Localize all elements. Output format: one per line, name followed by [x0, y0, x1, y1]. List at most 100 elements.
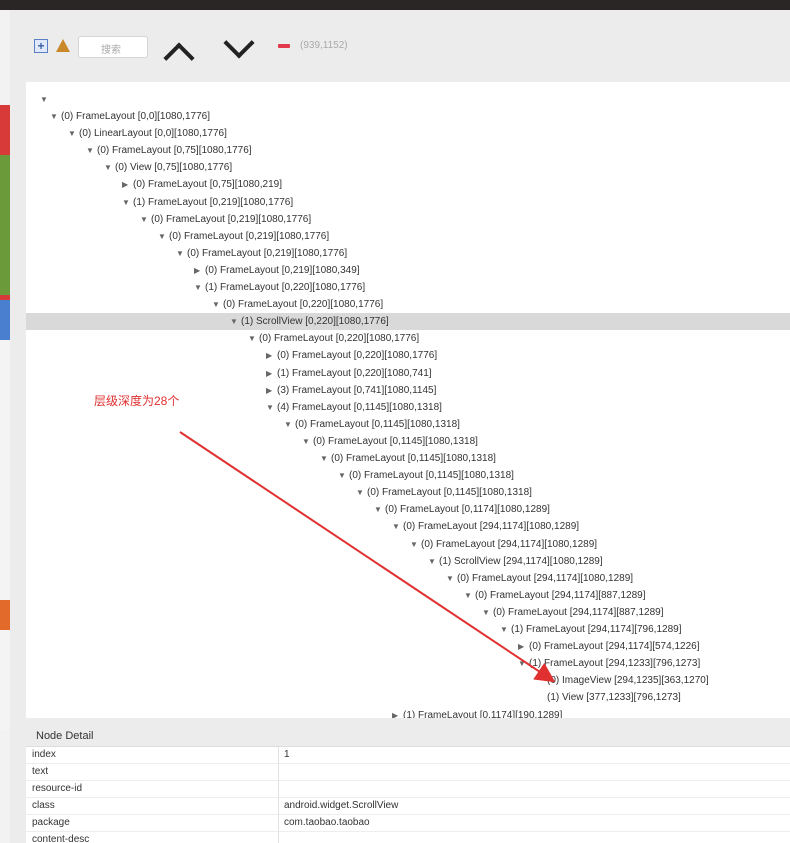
tree-node-toggle[interactable]: ▼ — [194, 279, 205, 296]
tree-node-toggle[interactable]: ▼ — [140, 211, 151, 228]
tree-node-toggle[interactable]: ▶ — [518, 638, 529, 655]
tree-node[interactable]: ▼ (1) FrameLayout [0,220][1080,1776] — [26, 279, 790, 296]
tree-node-label: (0) FrameLayout [0,220][1080,1776] — [259, 333, 420, 345]
tree-node-toggle[interactable]: ▶ — [122, 176, 133, 193]
tree-node-toggle[interactable]: ▶ — [266, 382, 277, 399]
tree-node-toggle[interactable]: ▼ — [104, 159, 115, 176]
tree-node-toggle[interactable]: ▶ — [266, 365, 277, 382]
tree-node[interactable]: ▼ (0) FrameLayout [0,220][1080,1776] — [26, 296, 790, 313]
tree-node-toggle[interactable]: ▼ — [122, 194, 133, 211]
tree-node-label: (0) FrameLayout [0,219][1080,1776] — [187, 247, 348, 259]
tree-node[interactable]: ▼ (0) FrameLayout [0,0][1080,1776] — [26, 108, 790, 125]
tree-node[interactable]: ▼ (1) FrameLayout [294,1233][796,1273] — [26, 655, 790, 672]
tree-node-toggle[interactable]: ▼ — [518, 655, 529, 672]
tree-node-toggle[interactable]: ▼ — [158, 228, 169, 245]
tree-node-toggle[interactable]: ▼ — [446, 570, 457, 587]
device-screen-edge — [0, 10, 10, 843]
tree-node-toggle[interactable]: ▼ — [464, 587, 475, 604]
tree-node[interactable]: ▼ (0) FrameLayout [294,1174][887,1289] — [26, 587, 790, 604]
tree-node[interactable]: ▼ (0) FrameLayout [0,1145][1080,1318] — [26, 433, 790, 450]
tree-node-toggle[interactable]: ▼ — [266, 399, 277, 416]
tree-node[interactable]: ▼ (0) FrameLayout [0,75][1080,1776] — [26, 142, 790, 159]
detail-separator — [278, 747, 279, 764]
tree-node-label: (0) LinearLayout [0,0][1080,1776] — [79, 128, 227, 140]
detail-separator — [278, 832, 279, 843]
tree-node[interactable]: ▶ (0) FrameLayout [0,219][1080,349] — [26, 262, 790, 279]
tree-node-label: (0) FrameLayout [0,219][1080,1776] — [169, 230, 330, 242]
tree-node-toggle[interactable]: ▼ — [428, 553, 439, 570]
tree-node[interactable]: ▶ (1) FrameLayout [0,220][1080,741] — [26, 365, 790, 382]
search-input[interactable]: 搜索 — [78, 36, 148, 58]
tree-node-toggle[interactable]: ▼ — [302, 433, 313, 450]
tree-node[interactable]: ▼ (1) ScrollView [0,220][1080,1776] — [26, 313, 790, 331]
tree-node-toggle[interactable]: ▼ — [50, 108, 61, 125]
tree-node[interactable]: ▼ (0) FrameLayout [0,220][1080,1776] — [26, 330, 790, 347]
tree-node[interactable]: ▶ (0) FrameLayout [294,1174][574,1226] — [26, 638, 790, 655]
tree-node-toggle[interactable]: ▼ — [356, 484, 367, 501]
tree-node[interactable]: ▼ (0) FrameLayout [294,1174][887,1289] — [26, 604, 790, 621]
tree-node-toggle[interactable]: ▼ — [230, 313, 241, 330]
tree-node[interactable]: ▼ (1) FrameLayout [294,1174][796,1289] — [26, 621, 790, 638]
tree-node[interactable]: ▼ (0) FrameLayout [0,1145][1080,1318] — [26, 416, 790, 433]
tree-node-toggle[interactable]: ▼ — [338, 467, 349, 484]
tree-node[interactable]: ▼ (0) FrameLayout [0,1145][1080,1318] — [26, 467, 790, 484]
tree-node[interactable]: ▼ (0) FrameLayout [0,1145][1080,1318] — [26, 484, 790, 501]
tree-node-label: (1) ScrollView [294,1174][1080,1289] — [439, 555, 603, 567]
tree-node[interactable]: ▼ (0) FrameLayout [294,1174][1080,1289] — [26, 518, 790, 535]
detail-value[interactable]: 1 — [284, 747, 290, 763]
tree-node-toggle[interactable]: ▼ — [212, 296, 223, 313]
tree-root-marker[interactable]: ▼ — [40, 91, 790, 108]
tree-node[interactable]: ▼ (1) ScrollView [294,1174][1080,1289] — [26, 553, 790, 570]
tree-node-label: (1) ScrollView [0,220][1080,1776] — [241, 316, 389, 328]
tree-node[interactable]: ▼ (0) FrameLayout [0,1145][1080,1318] — [26, 450, 790, 467]
detail-key: resource-id — [32, 783, 83, 794]
tree-node[interactable]: ▶ (1) FrameLayout [0,1174][190,1289] — [26, 707, 790, 719]
tree-node-toggle[interactable]: ▼ — [482, 604, 493, 621]
detail-row: index 1 — [26, 747, 790, 764]
tree-node-label: (1) FrameLayout [0,1174][190,1289] — [403, 709, 563, 719]
tree-node[interactable]: ▼ (0) FrameLayout [294,1174][1080,1289] — [26, 570, 790, 587]
tree-node[interactable]: (1) View [377,1233][796,1273] — [26, 689, 790, 706]
tree-node[interactable]: ▼ (0) FrameLayout [0,219][1080,1776] — [26, 245, 790, 262]
tree-node-toggle[interactable]: ▼ — [410, 536, 421, 553]
tree-node-toggle[interactable]: ▼ — [176, 245, 187, 262]
tree-node[interactable]: ▼ (0) FrameLayout [0,1174][1080,1289] — [26, 501, 790, 518]
minus-icon[interactable] — [278, 44, 290, 48]
chevron-down-icon[interactable] — [223, 27, 255, 59]
tree-node[interactable]: ▼ (0) LinearLayout [0,0][1080,1776] — [26, 125, 790, 142]
tree-node-toggle[interactable]: ▶ — [392, 707, 403, 719]
tree-node-label: (0) FrameLayout [0,1145][1080,1318] — [349, 470, 514, 482]
detail-key: content-desc — [32, 834, 90, 843]
warning-icon[interactable] — [56, 39, 70, 52]
tree-node-label: (0) FrameLayout [0,75][1080,1776] — [97, 145, 252, 157]
tree-node-toggle[interactable]: ▼ — [500, 621, 511, 638]
detail-value[interactable]: com.taobao.taobao — [284, 815, 370, 831]
tree-node-toggle[interactable]: ▶ — [266, 347, 277, 364]
tree-node-toggle[interactable]: ▼ — [284, 416, 295, 433]
tree-node[interactable]: ▼ (0) FrameLayout [0,219][1080,1776] — [26, 228, 790, 245]
tree-node-toggle[interactable]: ▼ — [248, 330, 259, 347]
detail-value[interactable]: android.widget.ScrollView — [284, 798, 398, 814]
chevron-up-icon[interactable] — [163, 42, 195, 74]
tree-node-toggle[interactable]: ▼ — [374, 501, 385, 518]
tree-node-label: (0) FrameLayout [0,220][1080,1776] — [223, 299, 384, 311]
tree-node[interactable]: ▼ (0) FrameLayout [294,1174][1080,1289] — [26, 536, 790, 553]
tree-node-toggle[interactable]: ▼ — [86, 142, 97, 159]
depth-annotation: 层级深度为28个 — [94, 394, 180, 408]
tree-node-label: (0) FrameLayout [294,1174][887,1289] — [493, 606, 664, 618]
tree-node[interactable]: ▼ (1) FrameLayout [0,219][1080,1776] — [26, 194, 790, 211]
tree-node[interactable]: ▼ (0) FrameLayout [0,219][1080,1776] — [26, 211, 790, 228]
tree-node-label: (0) FrameLayout [0,1145][1080,1318] — [295, 418, 460, 430]
tree-node-toggle[interactable]: ▼ — [392, 518, 403, 535]
detail-row: package com.taobao.taobao — [26, 815, 790, 832]
tree-node-toggle[interactable]: ▶ — [194, 262, 205, 279]
tree-node-toggle[interactable]: ▼ — [320, 450, 331, 467]
tree-node[interactable]: (0) ImageView [294,1235][363,1270] — [26, 672, 790, 689]
expand-icon[interactable]: + — [34, 39, 48, 53]
tree-node-label: (0) FrameLayout [0,1145][1080,1318] — [331, 453, 496, 464]
tree-node[interactable]: ▼ (0) View [0,75][1080,1776] — [26, 159, 790, 176]
tree-node[interactable]: ▶ (0) FrameLayout [0,75][1080,219] — [26, 176, 790, 193]
detail-separator — [278, 764, 279, 781]
tree-node-toggle[interactable]: ▼ — [68, 125, 79, 142]
tree-node[interactable]: ▶ (0) FrameLayout [0,220][1080,1776] — [26, 347, 790, 364]
